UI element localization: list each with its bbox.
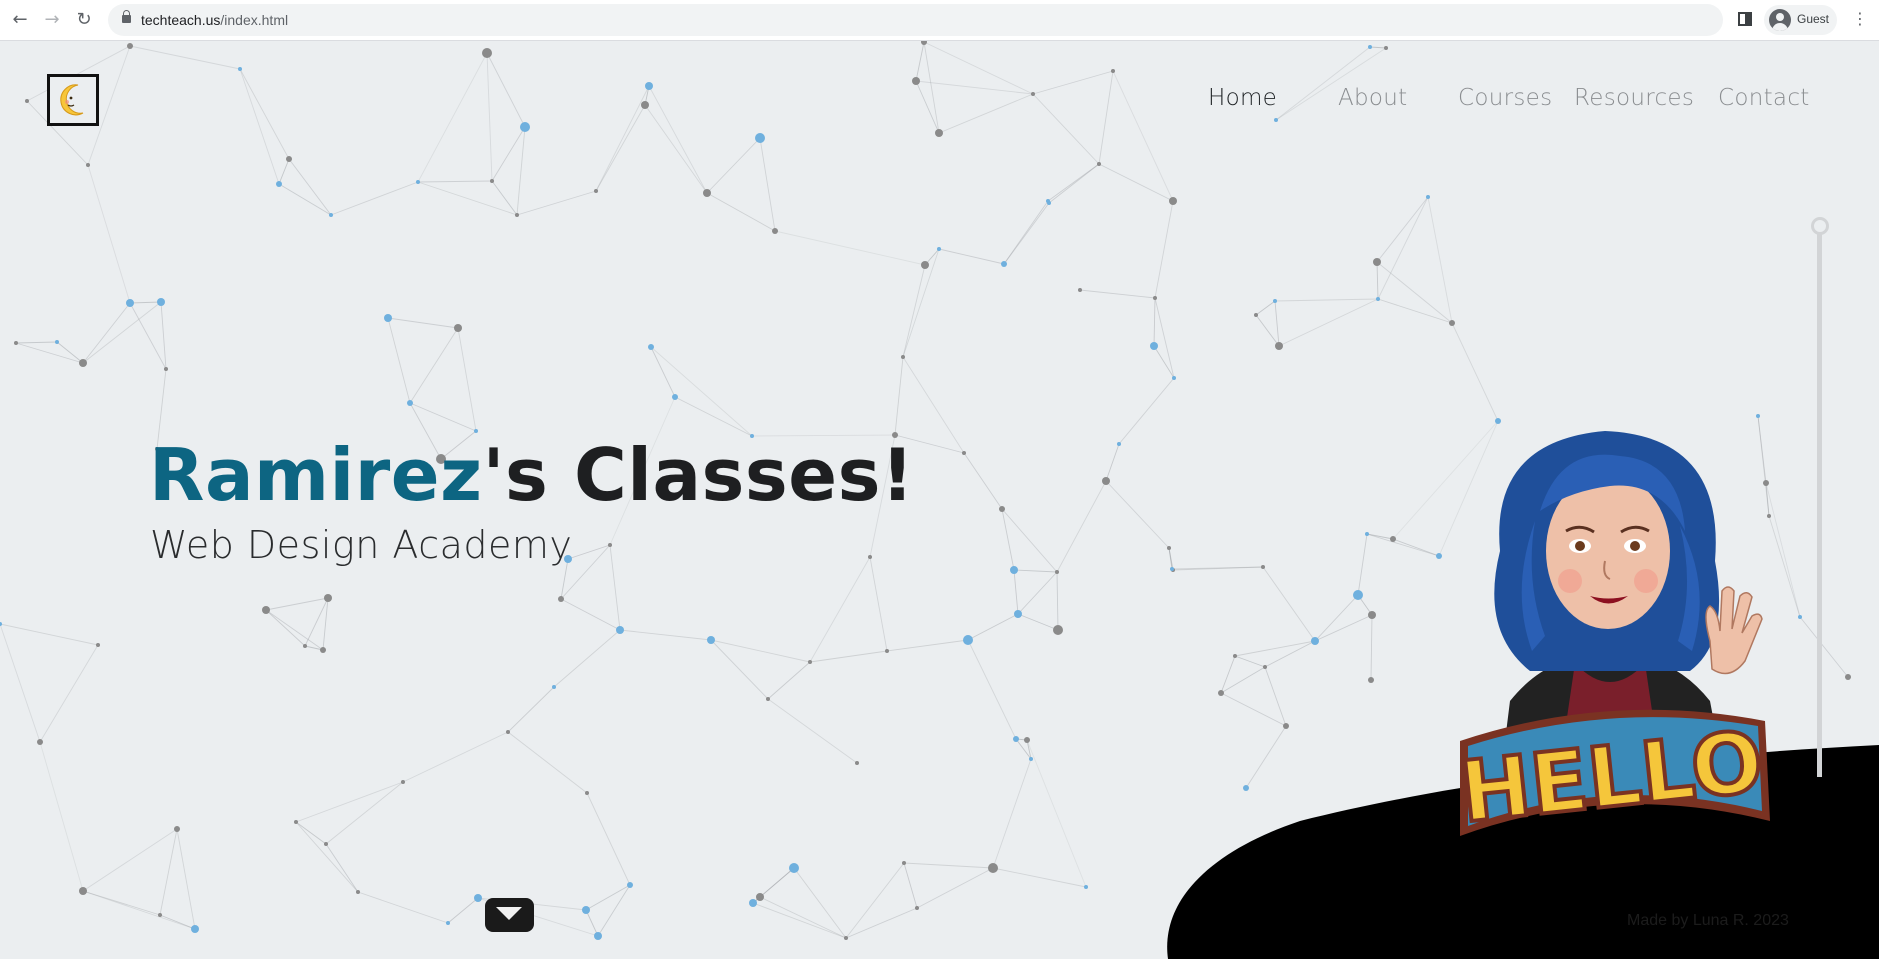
side-panel-icon[interactable] xyxy=(1738,12,1752,26)
hero-title: Ramirez's Classes! xyxy=(149,433,914,517)
nav-resources[interactable]: Resources xyxy=(1574,85,1694,111)
profile-button[interactable]: Guest xyxy=(1764,5,1837,35)
crescent-moon-icon xyxy=(60,84,84,116)
forward-arrow-icon[interactable]: → xyxy=(42,10,62,30)
nav-home[interactable]: Home xyxy=(1208,85,1277,111)
lock-icon[interactable] xyxy=(122,10,131,23)
footer-credit: Made by Luna R. 2023 xyxy=(1627,912,1789,929)
mail-icon[interactable] xyxy=(485,898,534,932)
nav-about[interactable]: About xyxy=(1338,85,1408,111)
url-text[interactable]: techteach.us/index.html xyxy=(141,12,288,28)
hero-title-accent: Ramirez xyxy=(149,433,483,517)
nav-contact[interactable]: Contact xyxy=(1718,85,1810,111)
page-viewport: Home About Courses Resources Contact Ram… xyxy=(0,41,1879,959)
scroll-indicator-knob[interactable] xyxy=(1811,217,1829,235)
scroll-indicator-track[interactable] xyxy=(1817,224,1822,777)
profile-name: Guest xyxy=(1797,12,1830,26)
back-arrow-icon[interactable]: ← xyxy=(10,10,30,30)
browser-toolbar: ← → ↻ techteach.us/index.html Guest ⋮ xyxy=(0,0,1879,41)
hero-title-rest: 's Classes! xyxy=(482,433,915,517)
waving-avatar-illustration: HELLO xyxy=(1454,431,1770,844)
reload-icon[interactable]: ↻ xyxy=(74,10,94,30)
site-logo[interactable] xyxy=(47,74,99,126)
avatar-icon xyxy=(1769,9,1791,31)
address-bar[interactable]: techteach.us/index.html xyxy=(108,4,1723,36)
hero-subtitle: Web Design Academy xyxy=(150,523,573,567)
kebab-menu-icon[interactable]: ⋮ xyxy=(1852,9,1868,29)
nav-courses[interactable]: Courses xyxy=(1458,85,1552,111)
hello-sign: HELLO xyxy=(1454,709,1770,844)
